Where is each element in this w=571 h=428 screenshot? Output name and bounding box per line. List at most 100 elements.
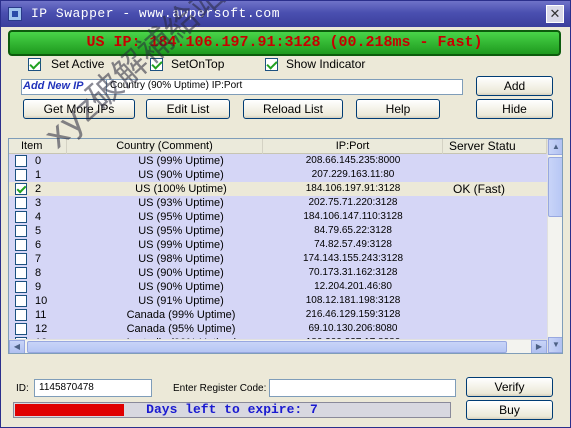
status-bar: US IP: 184.106.197.91:3128 (00.218ms - F… [8, 30, 561, 56]
list-rows: 0 US (99% Uptime) 208.66.145.235:8000 1 US (… [9, 154, 547, 353]
row-ip-cell: 208.66.145.235:8000 [305, 155, 401, 166]
row-checkbox[interactable] [15, 211, 27, 223]
list-header: Item Country (Comment) IP:Port Server St… [9, 139, 547, 154]
column-header-status[interactable]: Server Statu [443, 139, 547, 154]
row-ip-cell: 184.106.147.110:3128 [303, 211, 403, 222]
expire-progress: Days left to expire: 7 [13, 402, 451, 418]
row-checkbox[interactable] [15, 295, 27, 307]
row-checkbox[interactable] [15, 155, 27, 167]
row-status-cell [449, 280, 547, 294]
table-row[interactable]: 4 US (95% Uptime) 184.106.147.110:3128 [9, 210, 547, 224]
row-checkbox[interactable] [15, 309, 27, 321]
title-bar[interactable]: IP Swapper - www.awpersoft.com ✕ [1, 1, 570, 27]
table-row[interactable]: 10 US (91% Uptime) 108.12.181.198:3128 [9, 294, 547, 308]
horizontal-scroll-thumb[interactable] [27, 341, 507, 353]
get-more-ips-button[interactable]: Get More IPs [23, 99, 135, 119]
table-row[interactable]: 12 Canada (95% Uptime) 69.10.130.206:8080 [9, 322, 547, 336]
row-item-cell: 7 [35, 253, 42, 265]
window-title: IP Swapper - www.awpersoft.com [31, 6, 281, 21]
row-ip-cell: 69.10.130.206:8080 [308, 323, 398, 334]
row-country-cell: US (90% Uptime) [138, 169, 224, 181]
row-item-cell: 11 [35, 309, 47, 321]
row-item-cell: 6 [35, 239, 42, 251]
row-country-cell: US (95% Uptime) [138, 225, 224, 237]
row-ip-cell: 74.82.57.49:3128 [314, 239, 392, 250]
table-row[interactable]: 3 US (93% Uptime) 202.75.71.220:3128 [9, 196, 547, 210]
table-row[interactable]: 7 US (98% Uptime) 174.143.155.243:3128 [9, 252, 547, 266]
reload-list-button[interactable]: Reload List [243, 99, 343, 119]
status-text: US IP: 184.106.197.91:3128 (00.218ms - F… [86, 34, 483, 51]
row-ip-cell: 70.173.31.162:3128 [308, 267, 398, 278]
close-button[interactable]: ✕ [546, 5, 564, 23]
table-row[interactable]: 1 US (90% Uptime) 207.229.163.11:80 [9, 168, 547, 182]
id-label: ID: [16, 383, 29, 394]
row-status-cell [449, 224, 547, 238]
column-header-ip[interactable]: IP:Port [263, 139, 443, 154]
app-window: IP Swapper - www.awpersoft.com ✕ US IP: … [0, 0, 571, 428]
row-item-cell: 12 [35, 323, 48, 335]
set-active-checkbox[interactable] [28, 58, 41, 71]
table-row[interactable]: 5 US (95% Uptime) 84.79.65.22:3128 [9, 224, 547, 238]
row-item-cell: 4 [35, 211, 42, 223]
scroll-down-button[interactable]: ▼ [548, 337, 562, 353]
id-field[interactable]: 1145870478 [34, 379, 152, 397]
row-checkbox[interactable] [15, 239, 27, 251]
row-ip-cell: 216.46.129.159:3128 [305, 309, 401, 320]
row-country-cell: US (99% Uptime) [138, 155, 224, 167]
row-checkbox[interactable] [15, 253, 27, 265]
row-status-cell [449, 210, 547, 224]
row-checkbox[interactable] [15, 323, 27, 335]
verify-button[interactable]: Verify [466, 377, 553, 397]
row-checkbox[interactable] [15, 225, 27, 237]
table-row[interactable]: 0 US (99% Uptime) 208.66.145.235:8000 [9, 154, 547, 168]
row-checkbox[interactable] [15, 267, 27, 279]
row-status-cell [449, 252, 547, 266]
close-icon: ✕ [549, 6, 561, 21]
buy-button[interactable]: Buy [466, 400, 553, 420]
row-country-cell: US (100% Uptime) [135, 183, 227, 195]
row-ip-cell: 184.106.197.91:3128 [305, 183, 401, 194]
add-button[interactable]: Add [476, 76, 553, 96]
row-status-cell [449, 308, 547, 322]
row-checkbox[interactable] [15, 169, 27, 181]
show-indicator-checkbox[interactable] [265, 58, 278, 71]
table-row[interactable]: 2 US (100% Uptime) 184.106.197.91:3128 OK (… [9, 182, 547, 196]
table-row[interactable]: 9 US (90% Uptime) 12.204.201.46:80 [9, 280, 547, 294]
row-country-cell: US (99% Uptime) [138, 239, 224, 251]
table-row[interactable]: 6 US (99% Uptime) 74.82.57.49:3128 [9, 238, 547, 252]
row-item-cell: 0 [35, 155, 42, 167]
table-row[interactable]: 11 Canada (99% Uptime) 216.46.129.159:3128 [9, 308, 547, 322]
expire-text: Days left to expire: 7 [146, 402, 318, 417]
row-status-cell [449, 238, 547, 252]
proxy-list[interactable]: Item Country (Comment) IP:Port Server St… [8, 138, 563, 354]
row-item-cell: 1 [35, 169, 42, 181]
row-checkbox[interactable] [15, 197, 27, 209]
scroll-up-button[interactable]: ▲ [548, 139, 562, 155]
row-country-cell: US (95% Uptime) [138, 211, 224, 223]
vertical-scrollbar[interactable]: ▲ ▼ [547, 139, 562, 353]
table-row[interactable]: 8 US (90% Uptime) 70.173.31.162:3128 [9, 266, 547, 280]
set-active-label: Set Active [51, 57, 105, 71]
vertical-scroll-thumb[interactable] [548, 157, 562, 217]
row-checkbox[interactable] [15, 281, 27, 293]
hide-button[interactable]: Hide [476, 99, 553, 119]
help-button[interactable]: Help [356, 99, 440, 119]
row-item-cell: 10 [35, 295, 48, 307]
row-checkbox[interactable] [15, 183, 27, 195]
row-country-cell: US (90% Uptime) [138, 281, 224, 293]
row-item-cell: 2 [35, 183, 42, 195]
row-item-cell: 3 [35, 197, 42, 209]
row-status-cell [449, 196, 547, 210]
scroll-left-button[interactable]: ◀ [9, 340, 25, 353]
row-status-cell [449, 266, 547, 280]
column-header-item[interactable]: Item [9, 139, 67, 154]
column-header-country[interactable]: Country (Comment) [67, 139, 263, 154]
row-ip-cell: 202.75.71.220:3128 [308, 197, 398, 208]
add-ip-input[interactable]: Country (90% Uptime) IP:Port [106, 79, 461, 95]
scroll-right-button[interactable]: ▶ [531, 340, 547, 353]
horizontal-scrollbar[interactable]: ◀ ▶ [9, 339, 547, 353]
register-code-input[interactable] [269, 379, 456, 397]
set-on-top-checkbox[interactable] [150, 58, 163, 71]
edit-list-button[interactable]: Edit List [146, 99, 230, 119]
row-item-cell: 5 [35, 225, 42, 237]
